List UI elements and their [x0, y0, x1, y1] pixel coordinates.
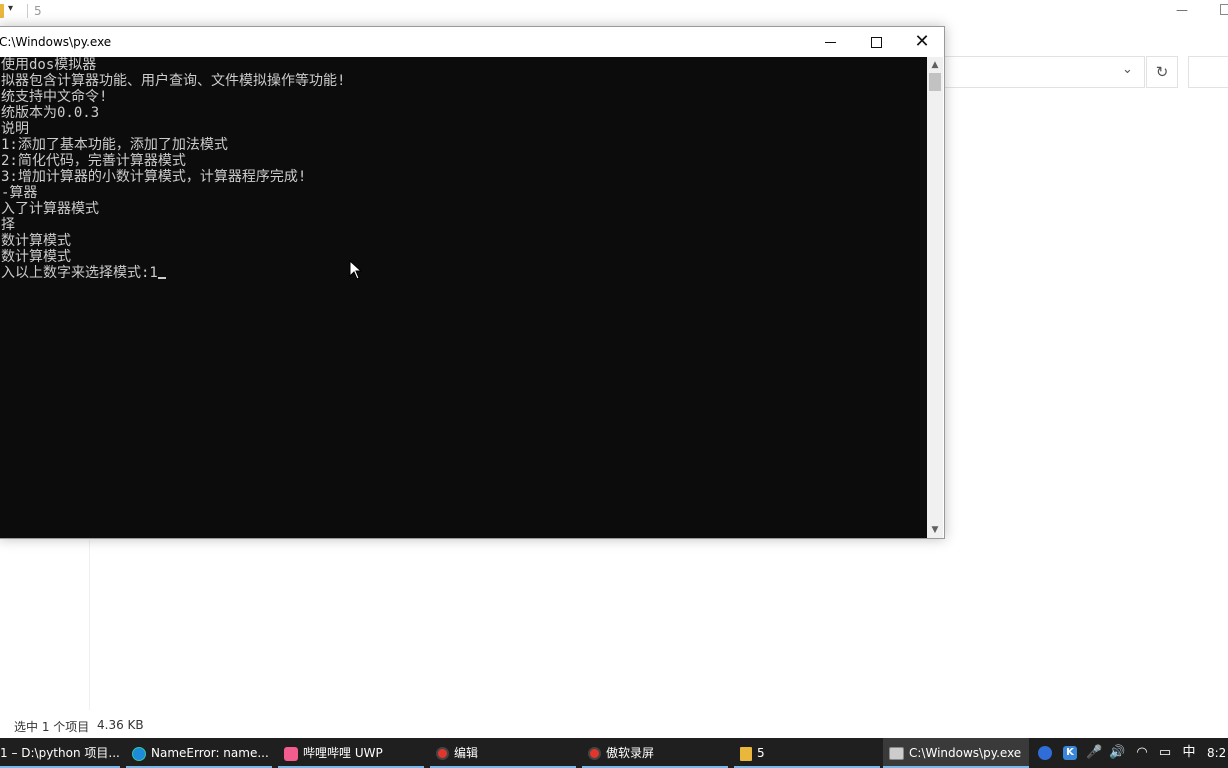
taskbar-item-label: 1 – D:\python 项目... — [0, 746, 120, 760]
bilibili-icon — [284, 746, 298, 761]
close-button[interactable]: ✕ — [899, 27, 945, 57]
quick-access-chevron-icon[interactable]: ▾ — [8, 3, 13, 14]
taskbar-item-edge[interactable]: NameError: name... — [126, 738, 272, 768]
taskbar-item-label: C:\Windows\py.exe — [909, 746, 1022, 760]
taskbar-item-label: NameError: name... — [151, 746, 269, 760]
explorer-window-title: 5 — [34, 4, 42, 18]
console-line: 3:增加计算器的小数计算模式，计算器程序完成! — [1, 169, 307, 185]
console-output[interactable]: 使用dos模拟器 拟器包含计算器功能、用户查询、文件模拟操作等功能! 统支持中文… — [0, 57, 927, 538]
status-selection-count: 选中 1 个项目 — [14, 720, 90, 734]
maximize-icon — [870, 36, 882, 48]
taskbar-item-editor[interactable]: 编辑 — [430, 738, 576, 768]
address-history-chevron-icon[interactable]: ⌄ — [1122, 62, 1133, 77]
console-line: 入了计算器模式 — [1, 201, 99, 217]
folder-icon — [740, 746, 752, 761]
explorer-maximize-button[interactable] — [1220, 4, 1228, 15]
battery-icon[interactable]: ▭ — [1157, 745, 1173, 761]
clock[interactable]: 8:2 — [1207, 745, 1228, 761]
explorer-title-bar: ▾ 5 — — [0, 0, 1228, 24]
taskbar-item-label: 5 — [757, 746, 765, 760]
taskbar-item-console[interactable]: C:\Windows\py.exe — [883, 738, 1029, 768]
speaker-icon[interactable]: 🔊 — [1109, 745, 1125, 761]
scroll-down-arrow-icon[interactable]: ▼ — [927, 522, 943, 538]
taskbar-item-bilibili[interactable]: 哔哩哔哩 UWP — [278, 738, 424, 768]
scrollbar-thumb[interactable] — [929, 73, 941, 91]
console-window-title: C:\Windows\py.exe — [0, 35, 112, 49]
taskbar-item-label: 编辑 — [454, 746, 479, 760]
console-line: -算器 — [1, 185, 38, 201]
taskbar-item-screen-recorder[interactable]: 傲软录屏 — [582, 738, 728, 768]
console-icon — [889, 747, 904, 760]
explorer-address-bar[interactable] — [944, 56, 1145, 88]
console-window[interactable]: C:\Windows\py.exe ✕ 使用dos模拟器 拟器包含计算器功能、用… — [0, 26, 945, 539]
k-app-tray-icon[interactable]: K — [1063, 746, 1077, 760]
explorer-status-bar — [0, 716, 1228, 738]
close-icon: ✕ — [914, 31, 930, 52]
ime-indicator[interactable]: 中 — [1181, 745, 1197, 761]
console-scrollbar[interactable]: ▲ ▼ — [927, 57, 943, 538]
maximize-button[interactable] — [853, 27, 899, 57]
status-selection-size: 4.36 KB — [97, 718, 144, 732]
wifi-icon[interactable]: ◠ — [1134, 745, 1150, 761]
folder-icon — [0, 4, 4, 18]
console-line: 使用dos模拟器 — [1, 57, 97, 73]
minimize-icon — [824, 41, 836, 43]
refresh-button[interactable]: ↻ — [1146, 56, 1178, 88]
edge-icon — [132, 746, 146, 761]
text-cursor — [157, 277, 166, 279]
mouse-pointer-icon — [349, 260, 363, 280]
nav-pane-divider[interactable] — [89, 540, 90, 710]
taskbar: 1 – D:\python 项目... NameError: name... 哔… — [0, 738, 1228, 768]
record-icon — [588, 747, 601, 760]
console-prompt: 入以上数字来选择模式:1 — [1, 265, 158, 281]
console-line: 择 — [1, 217, 15, 233]
console-line: 数计算模式 — [1, 249, 71, 265]
console-line: 数计算模式 — [1, 233, 71, 249]
microphone-icon[interactable]: 🎤 — [1086, 745, 1102, 761]
console-line: 统支持中文命令! — [1, 89, 108, 105]
taskbar-item-label: 傲软录屏 — [606, 746, 655, 760]
console-line: 说明 — [1, 121, 29, 137]
title-separator — [27, 4, 28, 18]
console-line: 2:简化代码，完善计算器模式 — [1, 153, 186, 169]
scroll-up-arrow-icon[interactable]: ▲ — [927, 57, 943, 73]
console-line: 统版本为0.0.3 — [1, 105, 100, 121]
explorer-search-input[interactable] — [1188, 56, 1228, 88]
console-line: 1:添加了基本功能，添加了加法模式 — [1, 137, 228, 153]
taskbar-item-explorer[interactable]: 5 — [734, 738, 880, 768]
taskbar-item-label: 哔哩哔哩 UWP — [303, 746, 383, 760]
console-input-line[interactable]: 入以上数字来选择模式:1 — [1, 265, 345, 281]
console-title-bar[interactable]: C:\Windows\py.exe ✕ — [0, 27, 944, 57]
explorer-minimize-button[interactable]: — — [1176, 3, 1188, 17]
record-icon — [436, 747, 449, 760]
camera-tray-icon[interactable] — [1038, 746, 1052, 760]
console-line-list: 使用dos模拟器 拟器包含计算器功能、用户查询、文件模拟操作等功能! 统支持中文… — [1, 57, 345, 281]
taskbar-item-pycharm[interactable]: 1 – D:\python 项目... — [0, 738, 120, 768]
minimize-button[interactable] — [807, 27, 853, 57]
console-line: 拟器包含计算器功能、用户查询、文件模拟操作等功能! — [1, 73, 346, 89]
